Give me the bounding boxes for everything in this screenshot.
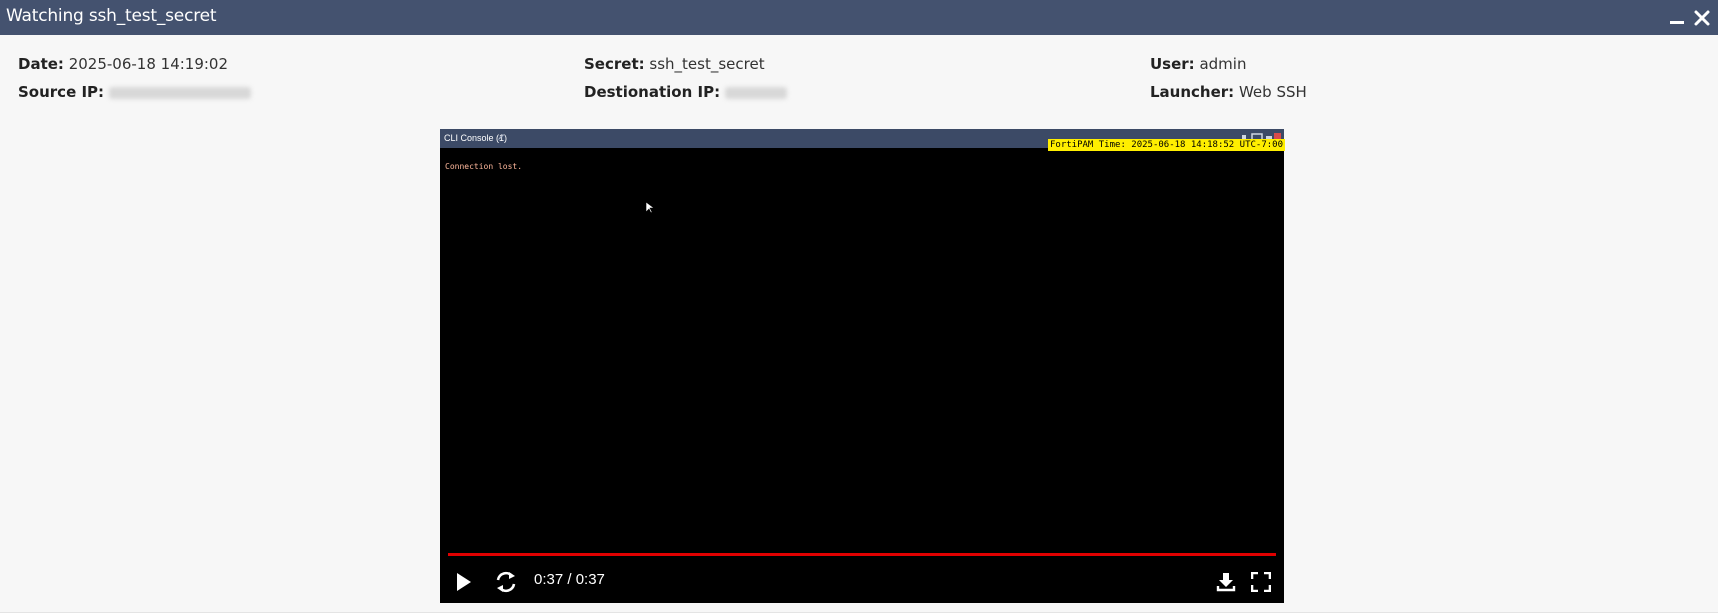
date-row: Date: 2025-06-18 14:19:02 bbox=[18, 50, 251, 78]
console-output: Connection lost. bbox=[445, 162, 523, 171]
date-label: Date: bbox=[18, 55, 64, 73]
info-column-3: User: admin Launcher: Web SSH bbox=[1150, 50, 1307, 106]
window-titlebar: Watching ssh_test_secret bbox=[0, 0, 1718, 35]
replay-button[interactable] bbox=[493, 569, 519, 599]
close-icon bbox=[1694, 10, 1710, 26]
video-controls: 0:37 / 0:37 bbox=[440, 561, 1284, 603]
user-row: User: admin bbox=[1150, 50, 1307, 78]
info-column-1: Date: 2025-06-18 14:19:02 Source IP: bbox=[18, 50, 251, 106]
destination-ip-redacted bbox=[724, 86, 787, 99]
secret-row: Secret: ssh_test_secret bbox=[584, 50, 787, 78]
fullscreen-icon bbox=[1250, 571, 1272, 593]
replay-icon bbox=[496, 571, 516, 593]
play-icon bbox=[457, 573, 471, 591]
video-progress-bar[interactable] bbox=[448, 553, 1276, 556]
source-ip-label: Source IP: bbox=[18, 83, 105, 101]
close-button[interactable] bbox=[1693, 9, 1711, 27]
user-value: admin bbox=[1199, 55, 1247, 73]
secret-label: Secret: bbox=[584, 55, 645, 73]
playback-time: 0:37 / 0:37 bbox=[534, 571, 605, 588]
date-value: 2025-06-18 14:19:02 bbox=[68, 55, 229, 73]
launcher-value: Web SSH bbox=[1238, 83, 1307, 101]
pencil-icon bbox=[498, 134, 504, 140]
source-ip-row: Source IP: bbox=[18, 78, 251, 106]
download-button[interactable] bbox=[1216, 572, 1236, 596]
info-column-2: Secret: ssh_test_secret Destionation IP: bbox=[584, 50, 787, 106]
launcher-row: Launcher: Web SSH bbox=[1150, 78, 1307, 106]
destination-ip-row: Destionation IP: bbox=[584, 78, 787, 106]
window-title: Watching ssh_test_secret bbox=[6, 6, 217, 26]
source-ip-redacted bbox=[108, 86, 251, 99]
minimize-icon bbox=[1670, 21, 1684, 24]
video-player[interactable]: CLI Console (1) FortiPAM Time: 2025-06-1… bbox=[440, 129, 1285, 603]
session-recording-window: Watching ssh_test_secret Date: 2025-06-1… bbox=[0, 0, 1718, 613]
video-progress-fill bbox=[448, 553, 1276, 556]
mouse-cursor-icon bbox=[646, 202, 654, 214]
fullscreen-button[interactable] bbox=[1250, 571, 1272, 596]
download-icon bbox=[1216, 573, 1236, 592]
play-button[interactable] bbox=[455, 572, 473, 596]
user-label: User: bbox=[1150, 55, 1195, 73]
minimize-button[interactable] bbox=[1668, 9, 1686, 27]
launcher-label: Launcher: bbox=[1150, 83, 1235, 101]
secret-value: ssh_test_secret bbox=[649, 55, 765, 73]
destination-ip-label: Destionation IP: bbox=[584, 83, 721, 101]
fortipam-time-overlay: FortiPAM Time: 2025-06-18 14:18:52 UTC-7… bbox=[1048, 139, 1285, 151]
